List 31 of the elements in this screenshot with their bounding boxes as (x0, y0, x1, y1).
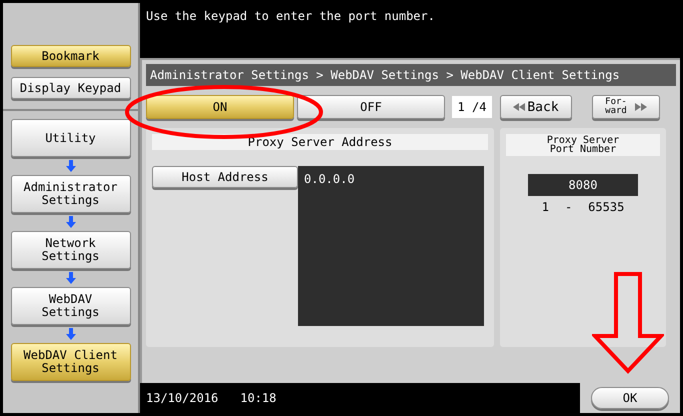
path-button[interactable]: WebDAV Settings (10, 287, 130, 325)
page-indicator: 1 /4 (452, 96, 492, 118)
double-right-icon (634, 103, 647, 111)
breadcrumb-text: Administrator Settings > WebDAV Settings > WebDAV Client Settings (146, 64, 676, 86)
double-left-icon (513, 103, 526, 111)
ok-button[interactable]: OK (591, 387, 669, 409)
path-button[interactable]: Utility (10, 119, 130, 157)
host-address-button[interactable]: Host Address (152, 166, 298, 188)
range-separator: - (564, 199, 572, 216)
range-max: 65535 (588, 199, 624, 216)
time-text: 10:18 (240, 390, 276, 407)
path-button[interactable]: WebDAV Client Settings (10, 343, 130, 381)
port-field[interactable]: 8080 (528, 174, 638, 196)
section-title: Proxy Server Port Number (506, 134, 660, 156)
address-field[interactable]: 0.0.0.0 (298, 166, 484, 326)
section-title: Proxy Server Address (152, 134, 488, 150)
back-button[interactable]: Back (500, 95, 572, 119)
toggle-button[interactable]: ON (146, 95, 294, 119)
sidebar-button[interactable]: Bookmark (10, 45, 130, 67)
message-text: Use the keypad to enter the port number. (145, 8, 436, 25)
path-button[interactable]: Network Settings (10, 231, 130, 269)
toggle-button[interactable]: OFF (297, 95, 445, 119)
forward-button[interactable]: For- ward (592, 95, 660, 119)
arrow-down-icon (64, 216, 76, 228)
arrow-down-icon (64, 272, 76, 284)
arrow-down-icon (64, 160, 76, 172)
sidebar-button[interactable]: Display Keypad (10, 77, 130, 99)
date-text: 13/10/2016 (146, 390, 218, 407)
path-button[interactable]: Administrator Settings (10, 175, 130, 213)
range-min: 1 (542, 199, 549, 216)
arrow-down-icon (64, 328, 76, 340)
